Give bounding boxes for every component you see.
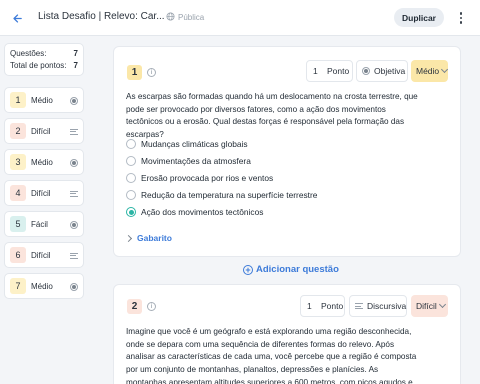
info-icon[interactable]: i [147,302,156,311]
question-number: 2 [10,123,26,139]
question-card-2: 2 i 1 Ponto Discursiva Difícil Imagine q… [113,284,461,384]
chevron-down-icon [441,65,449,74]
info-icon[interactable]: i [147,68,156,77]
sidebar-item-question-3[interactable]: 3 Médio [4,149,84,175]
questions-count-row: Questões: 7 [10,48,78,60]
questions-count-value: 7 [73,49,78,58]
text-lines-icon [69,189,78,198]
radio-icon [69,158,78,167]
answer-option-selected[interactable]: Ação dos movimentos tectônicos [126,207,263,217]
back-arrow-icon[interactable] [8,9,26,27]
questions-count-label: Questões: [10,49,47,58]
points-value: 1 [307,301,312,311]
question-number: 7 [10,278,26,294]
globe-icon [166,12,175,23]
sidebar-item-question-6[interactable]: 6 Difícil [4,242,84,268]
radio-icon [69,220,78,229]
chevron-right-icon [124,234,133,242]
option-label: Redução da temperatura na superfície ter… [141,190,318,200]
radio-icon [69,96,78,105]
radio-button-selected[interactable] [126,207,136,217]
difficulty-label: Difícil [31,250,51,260]
duplicate-button[interactable]: Duplicar [394,8,444,27]
question-text: Imagine que você é um geógrafo e está ex… [126,327,417,384]
difficulty-selector[interactable]: Difícil [411,295,448,317]
page-title: Lista Desafio | Relevo: Car... [38,11,165,22]
answer-option[interactable]: Erosão provocada por rios e ventos [126,173,273,183]
add-question-button[interactable]: + Adicionar questão [243,264,339,275]
radio-icon [69,282,78,291]
text-lines-icon [355,303,363,309]
answer-option[interactable]: Mudanças climáticas globais [126,139,248,149]
question-type-label: Discursiva [367,301,407,311]
sidebar-item-question-7[interactable]: 7 Médio [4,273,84,299]
option-label: Mudanças climáticas globais [141,139,248,149]
add-question-label: Adicionar questão [256,264,339,275]
summary-panel: Questões: 7 Total de pontos: 7 [4,43,84,76]
option-label: Ação dos movimentos tectônicos [141,207,264,217]
question-type-selector[interactable]: Objetiva [356,60,408,82]
total-points-row: Total de pontos: 7 [10,60,78,72]
question-number-badge: 2 [127,299,142,314]
text-lines-icon [69,251,78,260]
total-points-value: 7 [73,61,78,70]
radio-icon [362,67,370,75]
plus-circle-icon: + [243,264,253,275]
question-type-label: Objetiva [374,66,406,76]
question-number: 5 [10,216,26,232]
total-points-label: Total de pontos: [10,61,67,70]
answer-option[interactable]: Movimentações da atmosfera [126,156,251,166]
question-number-badge: 1 [127,65,142,80]
points-field[interactable]: 1 Ponto [306,60,353,82]
difficulty-selector[interactable]: Médio [411,60,449,82]
points-unit: Ponto [327,66,350,76]
question-number: 1 [10,92,26,108]
difficulty-label: Médio [31,95,53,105]
visibility-badge: Pública [166,12,204,23]
radio-button[interactable] [126,190,136,200]
radio-button[interactable] [126,173,136,183]
question-card-1: 1 i 1 Ponto Objetiva Médio As escarpas s… [113,46,461,257]
difficulty-label: Médio [31,157,53,167]
option-label: Erosão provocada por rios e ventos [141,173,274,183]
difficulty-label: Difícil [31,188,51,198]
more-options-icon[interactable] [454,9,468,27]
question-text: As escarpas são formadas quando há um de… [126,92,418,140]
difficulty-label: Médio [416,66,440,76]
radio-button[interactable] [126,156,136,166]
answer-option[interactable]: Redução da temperatura na superfície ter… [126,190,317,200]
sidebar-item-question-5[interactable]: 5 Fácil [4,211,84,237]
answer-key-toggle[interactable]: Gabarito [124,233,172,243]
option-label: Movimentações da atmosfera [141,156,251,166]
points-field[interactable]: 1 Ponto [300,295,345,317]
sidebar-item-question-1[interactable]: 1 Médio [4,87,84,113]
question-type-selector[interactable]: Discursiva [349,295,407,317]
top-bar: Lista Desafio | Relevo: Car... Pública D… [0,0,480,36]
question-number: 4 [10,185,26,201]
sidebar-item-question-4[interactable]: 4 Difícil [4,180,84,206]
difficulty-label: Difícil [31,126,51,136]
text-lines-icon [69,127,78,136]
answer-key-label: Gabarito [137,233,172,243]
question-number: 6 [10,247,26,263]
radio-button[interactable] [126,139,136,149]
points-value: 1 [313,66,318,76]
question-number: 3 [10,154,26,170]
points-unit: Ponto [321,301,344,311]
chevron-down-icon [438,300,446,309]
difficulty-label: Difícil [416,301,437,311]
difficulty-label: Fácil [31,219,48,229]
difficulty-label: Médio [31,281,53,291]
sidebar-item-question-2[interactable]: 2 Difícil [4,118,84,144]
visibility-label: Pública [178,13,205,22]
